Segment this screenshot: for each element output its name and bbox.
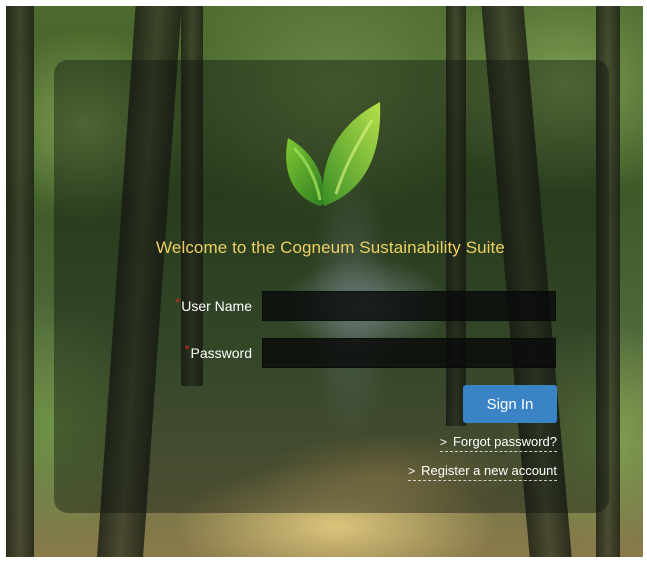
- forgot-password-link[interactable]: > Forgot password?: [439, 434, 557, 452]
- tree-trunk: [6, 6, 34, 557]
- forgot-password-label: Forgot password?: [452, 434, 557, 449]
- register-account-label: Register a new account: [421, 463, 557, 478]
- username-input[interactable]: [262, 291, 556, 321]
- required-marker: *: [184, 342, 190, 357]
- username-label-text: User Name: [181, 298, 252, 314]
- password-label-text: Password: [190, 345, 252, 361]
- chevron-right-icon: >: [408, 464, 416, 478]
- password-label: *Password: [184, 342, 252, 361]
- username-label: *User Name: [175, 295, 252, 314]
- required-marker: *: [175, 295, 181, 310]
- register-account-link[interactable]: > Register a new account: [408, 463, 557, 481]
- username-row: *User Name: [168, 291, 560, 321]
- welcome-heading: Welcome to the Cogneum Sustainability Su…: [156, 238, 505, 257]
- password-input[interactable]: [262, 338, 556, 368]
- chevron-right-icon: >: [439, 435, 447, 449]
- password-row: *Password: [168, 338, 560, 368]
- leaf-logo-icon: [286, 102, 381, 206]
- sign-in-button[interactable]: Sign In: [463, 385, 557, 423]
